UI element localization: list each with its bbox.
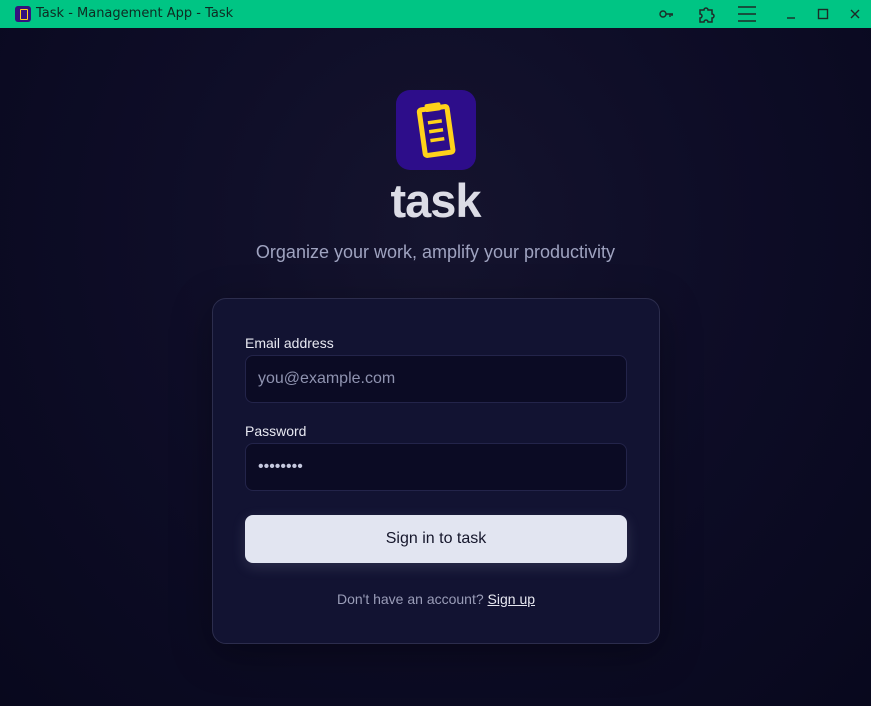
puzzle-icon[interactable] bbox=[693, 0, 721, 28]
app-logo bbox=[396, 90, 476, 170]
signup-row: Don't have an account? Sign up bbox=[213, 591, 659, 607]
window-titlebar: Task - Management App - Task bbox=[0, 0, 871, 28]
app-icon bbox=[15, 6, 31, 22]
window-title: Task - Management App - Task bbox=[36, 6, 234, 21]
email-label: Email address bbox=[245, 335, 334, 351]
email-input[interactable] bbox=[245, 355, 627, 403]
sign-in-button[interactable]: Sign in to task bbox=[245, 515, 627, 563]
brand-name: task bbox=[390, 174, 481, 227]
minimize-icon[interactable] bbox=[777, 0, 805, 28]
maximize-icon[interactable] bbox=[809, 0, 837, 28]
key-icon[interactable] bbox=[652, 0, 680, 28]
password-label: Password bbox=[245, 423, 307, 439]
menu-icon[interactable] bbox=[733, 0, 761, 28]
tagline: Organize your work, amplify your product… bbox=[255, 242, 616, 262]
password-input[interactable] bbox=[245, 443, 627, 491]
clipboard-icon bbox=[416, 102, 456, 158]
sign-up-link[interactable]: Sign up bbox=[488, 591, 535, 607]
close-icon[interactable] bbox=[841, 0, 869, 28]
login-page: task Organize your work, amplify your pr… bbox=[0, 28, 871, 706]
signup-prompt: Don't have an account? bbox=[336, 591, 484, 607]
login-card: Email address Password Sign in to task D… bbox=[212, 298, 660, 644]
